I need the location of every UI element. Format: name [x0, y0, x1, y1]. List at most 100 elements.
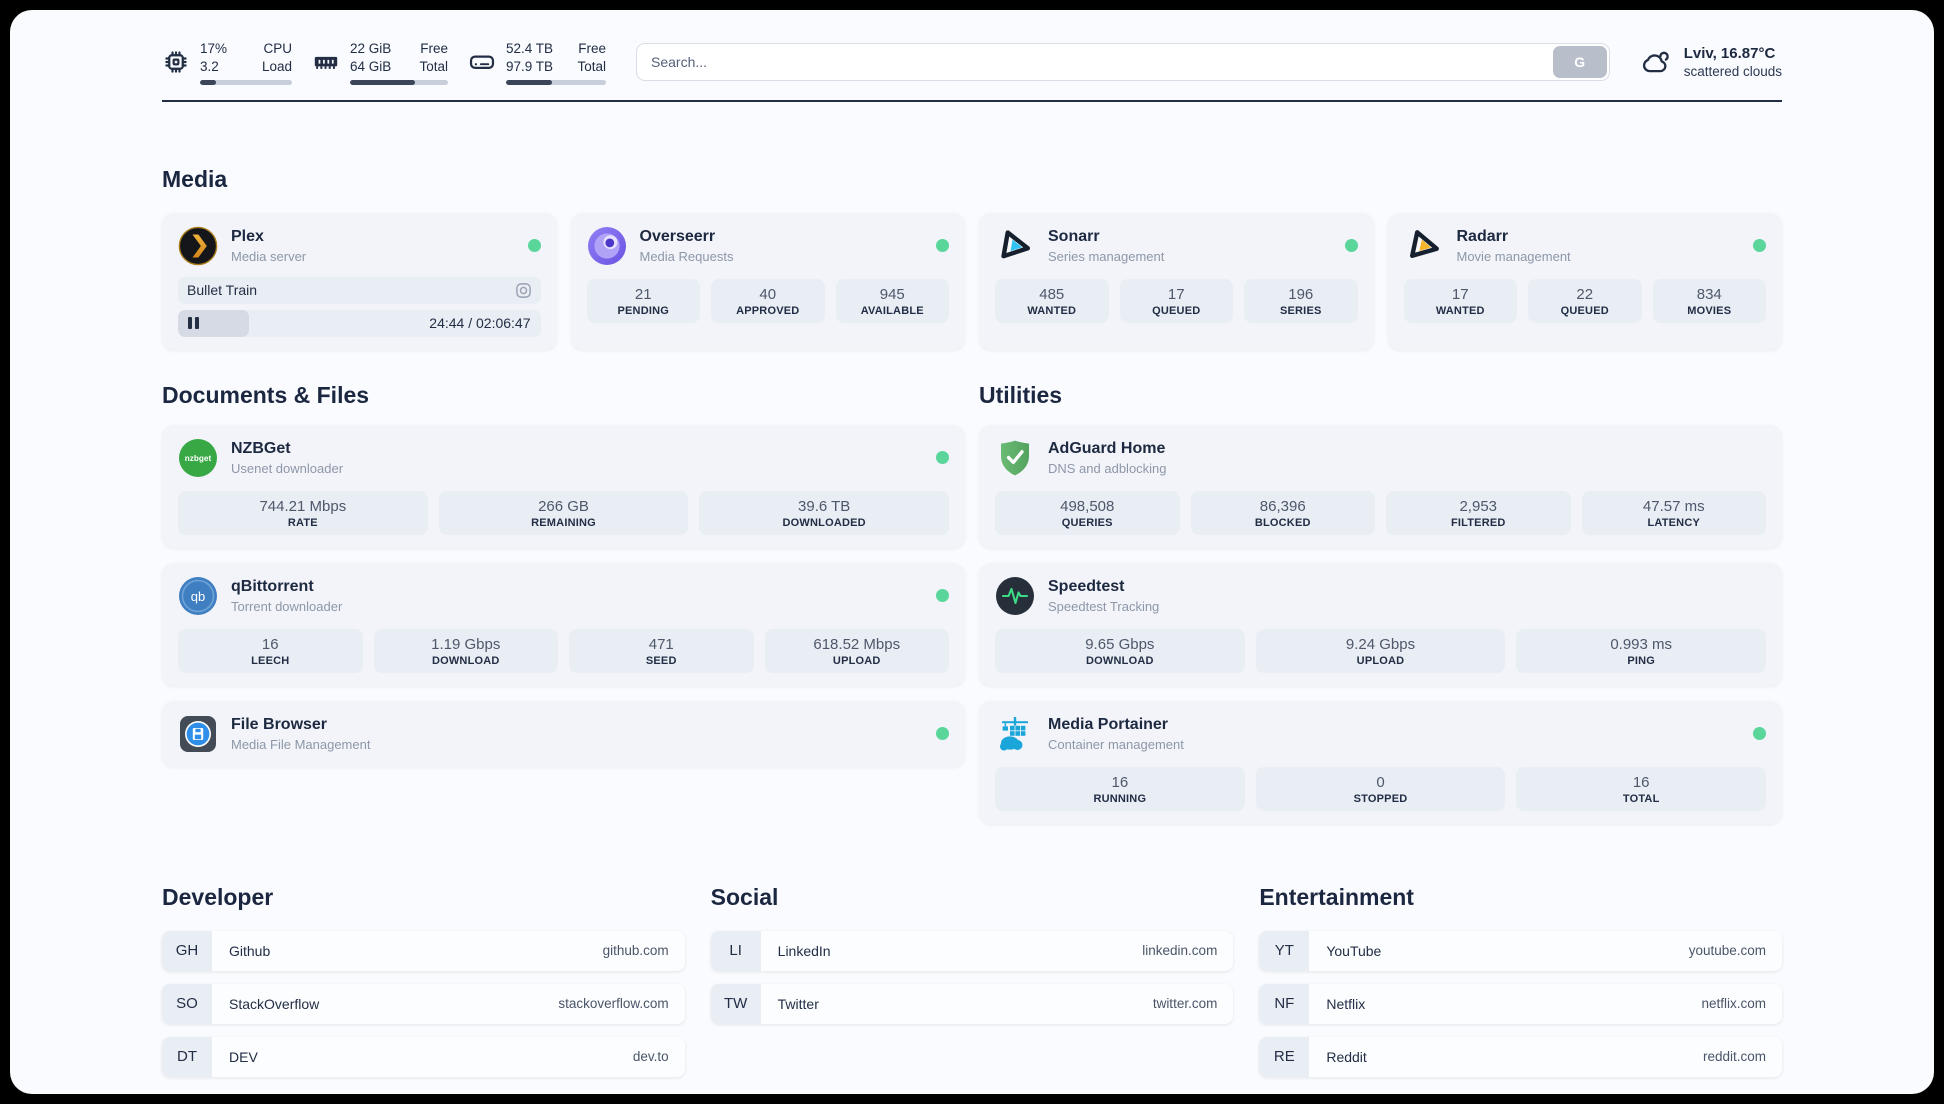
memory-total: 64 GiB: [350, 58, 392, 74]
bookmark-url: github.com: [602, 943, 669, 959]
stat-filtered: 2,953 FILTERED: [1386, 490, 1571, 535]
bookmark-linkedin[interactable]: LI LinkedIn linkedin.com: [710, 930, 1234, 971]
stat-series: 196 SERIES: [1244, 278, 1358, 323]
stat-available: 945 AVAILABLE: [835, 278, 949, 323]
bookmark-stackoverflow[interactable]: SO StackOverflow stackoverflow.com: [162, 983, 685, 1024]
video-session-icon: [515, 282, 532, 299]
service-subtitle: Media server: [231, 249, 307, 265]
playback-progress-bar[interactable]: 24:44 / 02:06:47: [178, 309, 541, 337]
service-title: Plex: [231, 228, 264, 246]
search-provider-button[interactable]: G: [1552, 46, 1607, 79]
service-subtitle: Usenet downloader: [231, 461, 344, 477]
stat-movies: 834 MOVIES: [1652, 278, 1766, 323]
service-card-nzbget[interactable]: nzbget NZBGet Usenet downloader 744.21 M…: [162, 424, 965, 548]
documents-column: Documents & Files nzbget NZBGet Usenet d…: [162, 350, 965, 767]
bookmarks-developer: Developer GH Github github.com SO StackO…: [162, 884, 685, 1077]
stat-blocked: 86,396 BLOCKED: [1190, 490, 1375, 535]
service-card-overseerr[interactable]: Overseerr Media Requests 21 PENDING 40 A…: [570, 212, 965, 350]
bookmark-youtube[interactable]: YT YouTube youtube.com: [1259, 930, 1782, 971]
weather-condition: scattered clouds: [1683, 64, 1782, 80]
sonarr-icon: [995, 226, 1035, 266]
service-subtitle: Series management: [1048, 249, 1165, 265]
nzbget-icon: nzbget: [178, 438, 218, 478]
section-title-entertainment: Entertainment: [1259, 883, 1414, 910]
bookmark-abbr: DT: [162, 1036, 212, 1077]
bookmark-abbr: RE: [1259, 1036, 1310, 1077]
memory-label-1: Free: [420, 41, 448, 56]
bookmark-name: DEV: [229, 1048, 258, 1065]
stat-leech: 16 LEECH: [178, 628, 363, 673]
status-dot-online: [527, 239, 541, 253]
bookmark-netflix[interactable]: NF Netflix netflix.com: [1259, 983, 1782, 1024]
service-subtitle: Torrent downloader: [231, 599, 343, 615]
stat-upload: 618.52 Mbps UPLOAD: [764, 628, 949, 673]
weather-location-temp: Lviv, 16.87°C: [1683, 45, 1776, 63]
service-card-qbittorrent[interactable]: qb qBittorrent Torrent downloader 16 LEE…: [162, 562, 965, 686]
stat-rate: 744.21 Mbps RATE: [178, 490, 428, 535]
bookmark-name: LinkedIn: [777, 942, 831, 959]
bookmark-abbr: SO: [162, 983, 212, 1024]
service-card-sonarr[interactable]: Sonarr Series management 485 WANTED 17 Q…: [979, 212, 1374, 350]
bookmark-github[interactable]: GH Github github.com: [162, 930, 685, 971]
bookmark-name: Github: [229, 942, 271, 959]
stat-wanted: 17 WANTED: [1403, 278, 1517, 323]
service-subtitle: DNS and adblocking: [1048, 461, 1167, 477]
service-title: Media Portainer: [1048, 716, 1169, 734]
pause-icon[interactable]: [188, 317, 199, 330]
service-card-speedtest[interactable]: Speedtest Speedtest Tracking 9.65 Gbps D…: [979, 562, 1782, 686]
stat-downloaded: 39.6 TB DOWNLOADED: [699, 490, 950, 535]
disk-label-1: Free: [578, 41, 606, 56]
section-title-utilities: Utilities: [979, 381, 1063, 408]
cpu-progress-track: [200, 79, 292, 85]
section-title-media: Media: [162, 165, 228, 192]
svg-text:nzbget: nzbget: [185, 454, 212, 463]
cpu-icon: [162, 48, 190, 76]
service-card-plex[interactable]: Plex Media server Bullet Train 24:44 / 0…: [162, 212, 557, 350]
service-card-radarr[interactable]: Radarr Movie management 17 WANTED 22 QUE…: [1387, 212, 1782, 350]
service-card-adguard[interactable]: AdGuard Home DNS and adblocking 498,508 …: [979, 424, 1782, 548]
memory-label-2: Total: [419, 58, 448, 74]
bookmark-dev[interactable]: DT DEV dev.to: [162, 1036, 685, 1077]
stat-queued: 22 QUEUED: [1528, 278, 1642, 323]
stat-download: 9.65 Gbps DOWNLOAD: [995, 628, 1245, 673]
service-title: Speedtest: [1048, 578, 1125, 596]
bookmark-abbr: GH: [162, 930, 212, 971]
stat-running: 16 RUNNING: [995, 766, 1245, 811]
service-card-filebrowser[interactable]: File Browser Media File Management: [162, 700, 965, 767]
service-card-portainer[interactable]: Media Portainer Container management 16 …: [979, 700, 1782, 824]
system-resources: 17% 3.2 CPU Load 22 GiB 64 GiB Free Tota…: [162, 40, 606, 85]
bookmark-abbr: NF: [1259, 983, 1310, 1024]
search-bar: G: [636, 43, 1610, 82]
bookmark-url: linkedin.com: [1142, 943, 1218, 959]
bookmarks-entertainment: Entertainment YT YouTube youtube.com NF …: [1259, 884, 1782, 1077]
disk-free: 52.4 TB: [506, 41, 554, 56]
bookmark-abbr: YT: [1259, 930, 1310, 971]
disk-icon: [468, 48, 496, 76]
speedtest-icon: [995, 576, 1035, 616]
service-subtitle: Container management: [1048, 737, 1184, 753]
bookmark-twitter[interactable]: TW Twitter twitter.com: [710, 983, 1234, 1024]
service-subtitle: Speedtest Tracking: [1048, 599, 1160, 615]
service-title: File Browser: [231, 716, 328, 734]
cpu-widget: 17% 3.2 CPU Load: [162, 40, 292, 85]
bookmark-sections: Developer GH Github github.com SO StackO…: [162, 884, 1782, 1077]
bookmark-url: stackoverflow.com: [558, 996, 669, 1012]
bookmark-abbr: TW: [710, 983, 761, 1024]
cloud-icon: [1638, 45, 1672, 79]
stat-seed: 471 SEED: [569, 628, 754, 673]
stat-upload: 9.24 Gbps UPLOAD: [1255, 628, 1506, 673]
bookmark-url: twitter.com: [1152, 996, 1218, 1012]
section-title-documents: Documents & Files: [162, 381, 370, 408]
stat-wanted: 485 WANTED: [995, 278, 1109, 323]
bookmark-reddit[interactable]: RE Reddit reddit.com: [1259, 1036, 1782, 1077]
status-dot-online: [1753, 727, 1766, 741]
bookmark-name: Twitter: [777, 995, 819, 1012]
disk-progress-fill: [506, 79, 552, 85]
two-column-sections: Documents & Files nzbget NZBGet Usenet d…: [162, 350, 1782, 824]
search-input[interactable]: [636, 43, 1610, 82]
service-subtitle: Movie management: [1456, 249, 1571, 265]
status-dot-online: [1344, 239, 1358, 253]
bookmark-name: YouTube: [1326, 942, 1382, 959]
disk-label-2: Total: [577, 58, 606, 74]
bookmark-url: dev.to: [632, 1049, 669, 1065]
